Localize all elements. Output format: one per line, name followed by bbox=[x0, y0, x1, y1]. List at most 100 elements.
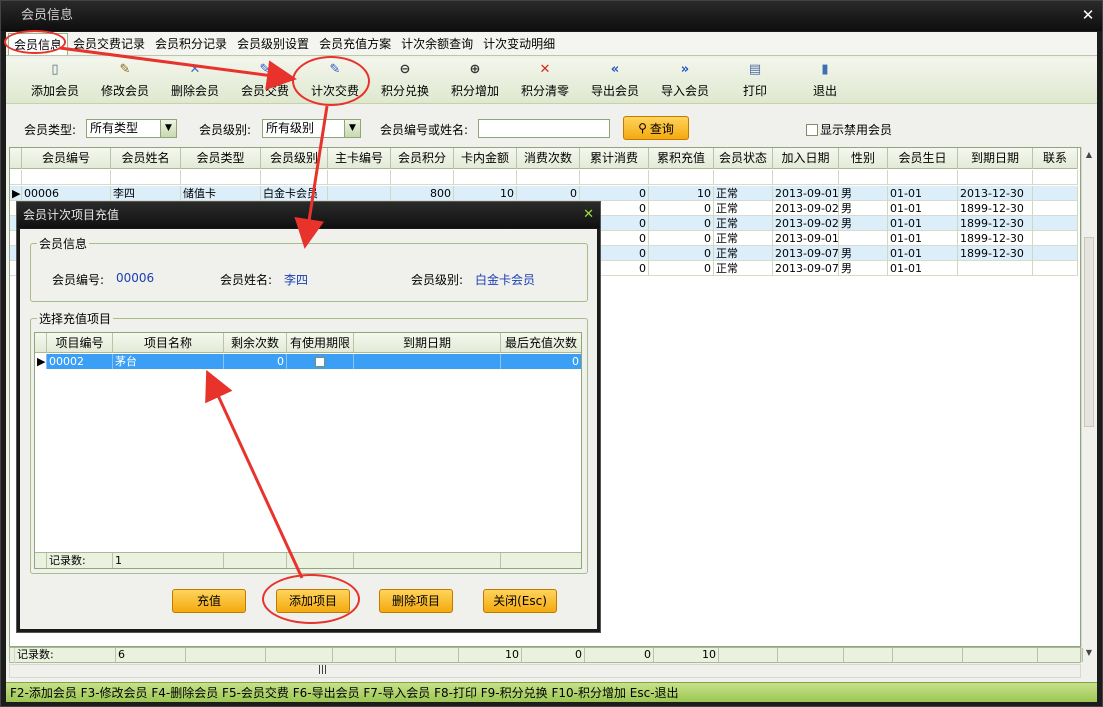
tab-3[interactable]: 会员级别设置 bbox=[232, 33, 314, 55]
footer-cell: 记录数: bbox=[15, 648, 116, 662]
member-type-label: 会员类型: bbox=[24, 123, 77, 137]
project-column-header[interactable]: 项目名称 bbox=[113, 333, 224, 353]
clear-icon: ✕ bbox=[539, 62, 551, 77]
search-icon: ⚲ bbox=[638, 121, 647, 135]
column-header[interactable]: 加入日期 bbox=[773, 148, 839, 169]
query-button[interactable]: ⚲ 查询 bbox=[623, 116, 689, 140]
exit-door-icon: ▮ bbox=[821, 62, 829, 77]
toolbar-button-5[interactable]: ⊖ 积分兑换 bbox=[370, 58, 440, 104]
member-level-select[interactable]: 所有级别 ▼ bbox=[262, 119, 361, 138]
dialog-title: 会员计次项目充值 bbox=[17, 202, 600, 228]
grid-cell: 正常 bbox=[714, 201, 773, 216]
column-header[interactable]: 到期日期 bbox=[958, 148, 1033, 169]
search-input[interactable] bbox=[478, 119, 610, 138]
column-header[interactable]: 会员积分 bbox=[391, 148, 454, 169]
toolbar-button-2[interactable]: ✕ 删除会员 bbox=[160, 58, 230, 104]
column-header[interactable]: 联系 bbox=[1033, 148, 1078, 169]
column-header[interactable]: 主卡编号 bbox=[328, 148, 391, 169]
tab-1[interactable]: 会员交费记录 bbox=[68, 33, 150, 55]
tab-0[interactable]: 会员信息 bbox=[8, 33, 69, 55]
column-header[interactable]: 性别 bbox=[839, 148, 888, 169]
grid-cell: 01-01 bbox=[888, 216, 958, 231]
window-close-icon[interactable]: ✕ bbox=[1080, 7, 1096, 23]
grid-cell: 男 bbox=[839, 246, 888, 261]
expiry-checkbox[interactable] bbox=[287, 354, 354, 369]
zoom-out-icon: ⊖ bbox=[399, 62, 411, 77]
toolbar-button-6[interactable]: ⊕ 积分增加 bbox=[440, 58, 510, 104]
filter-bar: 会员类型: 所有类型 ▼ 会员级别: 所有级别 ▼ 会员编号或姓名: ⚲ 查询 显示禁… bbox=[6, 112, 1097, 142]
tab-2[interactable]: 会员积分记录 bbox=[150, 33, 232, 55]
record-count-label: 记录数: bbox=[47, 553, 113, 568]
column-header[interactable]: 累计消费 bbox=[580, 148, 649, 169]
grid-cell bbox=[1033, 261, 1078, 276]
grid-header: 会员编号 会员姓名 会员类型 会员级别 主卡编号 会员积分 卡内金额 消费次数 累计消费 累积充值… bbox=[10, 148, 1078, 169]
toolbar-button-3[interactable]: ✎ 会员交费 bbox=[230, 58, 300, 104]
grid-cell: 1899-12-30 bbox=[958, 201, 1033, 216]
grid-cell: 男 bbox=[839, 186, 888, 201]
grid-cell: 0 bbox=[649, 201, 714, 216]
tab-5[interactable]: 计次余额查询 bbox=[396, 33, 478, 55]
column-header[interactable]: 消费次数 bbox=[517, 148, 580, 169]
project-column-header[interactable]: 最后充值次数 bbox=[501, 333, 581, 353]
scrollbar-thumb[interactable] bbox=[1084, 237, 1094, 427]
import-icon: » bbox=[680, 62, 690, 77]
member-level-label: 会员级别: bbox=[199, 123, 252, 137]
column-header[interactable]: 累积充值 bbox=[649, 148, 714, 169]
table-row[interactable]: ▶ 00006 李四 储值卡 白金卡会员 800 10 0 0 10 正常 2013-09-01 男 01… bbox=[10, 186, 1078, 201]
grid-cell: 正常 bbox=[714, 216, 773, 231]
add-member-icon: ▯ bbox=[51, 62, 59, 77]
toolbar-button-9[interactable]: » 导入会员 bbox=[650, 58, 720, 104]
grid-cell: 正常 bbox=[714, 186, 773, 201]
grid-cell: 正常 bbox=[714, 246, 773, 261]
project-column-header[interactable]: 到期日期 bbox=[354, 333, 501, 353]
toolbar-button-1[interactable]: ✎ 修改会员 bbox=[90, 58, 160, 104]
column-header[interactable]: 会员状态 bbox=[714, 148, 773, 169]
record-count-value: 1 bbox=[113, 553, 224, 568]
member-level-label: 会员级别: bbox=[411, 273, 464, 287]
scroll-grip[interactable]: ||| bbox=[318, 665, 327, 675]
toolbar-label: 导入会员 bbox=[660, 84, 709, 98]
column-header[interactable]: 卡内金额 bbox=[454, 148, 517, 169]
scroll-down-icon[interactable]: ▼ bbox=[1084, 648, 1094, 660]
chevron-down-icon[interactable]: ▼ bbox=[344, 120, 360, 137]
add-project-button[interactable]: 添加项目 bbox=[276, 589, 350, 613]
show-disabled-label: 显示禁用会员 bbox=[820, 123, 893, 137]
column-header[interactable]: 会员编号 bbox=[22, 148, 111, 169]
tab-6[interactable]: 计次变动明细 bbox=[478, 33, 560, 55]
toolbar-button-0[interactable]: ▯ 添加会员 bbox=[20, 58, 90, 104]
scroll-up-icon[interactable]: ▲ bbox=[1084, 150, 1094, 162]
zoom-in-icon: ⊕ bbox=[469, 62, 481, 77]
project-column-header[interactable]: 项目编号 bbox=[47, 333, 113, 353]
member-type-select[interactable]: 所有类型 ▼ bbox=[86, 119, 177, 138]
delete-project-button[interactable]: 删除项目 bbox=[379, 589, 453, 613]
member-no-value: 00006 bbox=[116, 271, 155, 285]
checkbox-box[interactable] bbox=[315, 357, 325, 367]
toolbar-button-10[interactable]: ▤ 打印 bbox=[720, 58, 790, 104]
tab-4[interactable]: 会员充值方案 bbox=[314, 33, 396, 55]
footer-cell bbox=[396, 648, 459, 662]
column-header[interactable]: 会员生日 bbox=[888, 148, 958, 169]
grid-cell: 2013-09-07 bbox=[775, 246, 839, 261]
close-dialog-button[interactable]: 关闭(Esc) bbox=[483, 589, 557, 613]
toolbar-button-4[interactable]: ✎ 计次交费 bbox=[300, 58, 370, 104]
horizontal-scrollbar[interactable]: ||| bbox=[9, 664, 1081, 678]
toolbar-button-8[interactable]: « 导出会员 bbox=[580, 58, 650, 104]
toolbar-button-7[interactable]: ✕ 积分清零 bbox=[510, 58, 580, 104]
grid-cell: 01-01 bbox=[888, 231, 958, 246]
show-disabled-checkbox[interactable]: 显示禁用会员 bbox=[806, 121, 892, 138]
items-group-label: 选择充值项目 bbox=[37, 310, 114, 327]
project-column-header[interactable]: 有使用期限 bbox=[287, 333, 354, 353]
dialog-close-icon[interactable]: ✕ bbox=[583, 207, 594, 222]
footer-cell bbox=[186, 648, 266, 662]
column-header[interactable]: 会员姓名 bbox=[111, 148, 181, 169]
recharge-button[interactable]: 充值 bbox=[172, 589, 246, 613]
column-header[interactable]: 会员级别 bbox=[261, 148, 328, 169]
member-name-value: 李四 bbox=[284, 273, 309, 287]
toolbar-label: 删除会员 bbox=[170, 84, 219, 98]
column-header[interactable]: 会员类型 bbox=[181, 148, 261, 169]
project-row[interactable]: ▶ 00002 茅台 0 0 bbox=[35, 354, 581, 369]
project-column-header[interactable]: 剩余次数 bbox=[224, 333, 287, 353]
checkbox-box[interactable] bbox=[806, 123, 818, 136]
toolbar-button-11[interactable]: ▮ 退出 bbox=[790, 58, 860, 104]
chevron-down-icon[interactable]: ▼ bbox=[160, 120, 176, 137]
